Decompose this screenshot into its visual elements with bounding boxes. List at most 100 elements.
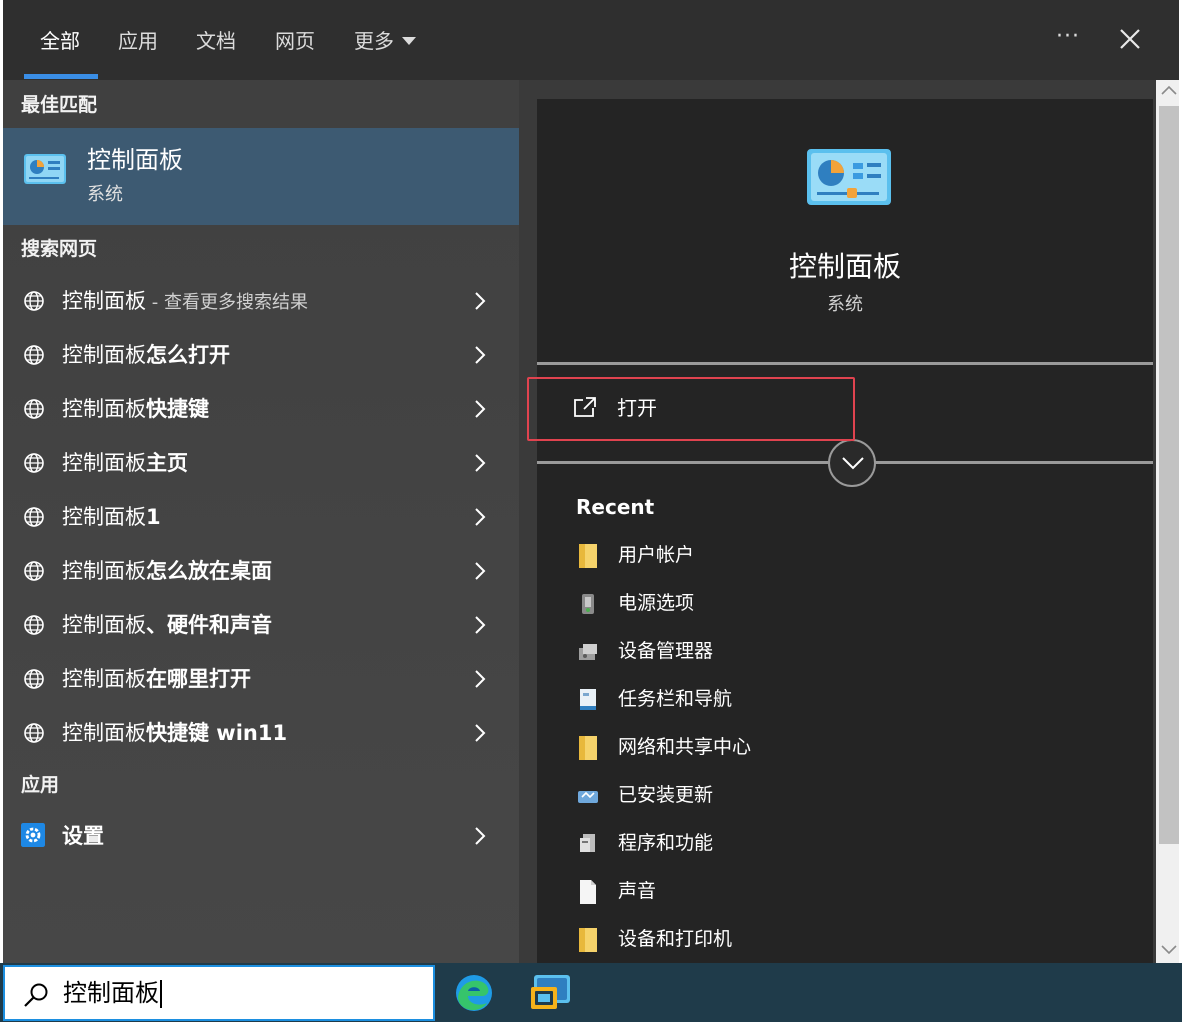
edge-icon[interactable] [450,969,498,1017]
results-list: 最佳匹配 控制面板 系统 搜索网页 控制面板 - 查看更多搜索结果 控制面板怎么打… [3,80,519,963]
recent-item[interactable]: 任务栏和导航 [537,680,1153,720]
globe-icon [24,507,44,527]
recent-item-label: 网络和共享中心 [618,736,752,758]
chevron-right-icon [475,508,486,526]
app-item-label: 设置 [62,824,104,848]
active-tab-indicator [24,74,98,79]
tab-bar: 全部 应用 文档 网页 更多 ··· [3,0,1179,80]
divider [537,362,1153,365]
chevron-right-icon [475,292,486,310]
control-panel-icon [24,154,66,184]
recent-item[interactable]: 设备和打印机 [537,920,1153,960]
best-match-item[interactable]: 控制面板 系统 [3,128,519,225]
web-result-item[interactable]: 控制面板怎么放在桌面 [3,544,519,598]
search-input-value: 控制面板 [63,977,162,1009]
chevron-down-icon [842,457,864,470]
web-result-item[interactable]: 控制面板快捷键 win11 [3,706,519,760]
preview-pane: 控制面板 系统 打开 Recent 用户帐户 电源选项 设备管理器 任务栏和导航 网络和… [537,99,1153,963]
file-icon [580,880,596,904]
chevron-right-icon [475,670,486,688]
device-manager-icon [579,644,597,660]
web-result-label: 控制面板主页 [62,451,188,475]
tab-all[interactable]: 全部 [40,26,80,56]
web-search-heading: 搜索网页 [21,238,98,260]
web-result-label: 控制面板 - 查看更多搜索结果 [62,289,308,313]
globe-icon [24,453,44,473]
recent-item-label: 已安装更新 [618,784,714,806]
folder-icon [579,544,597,568]
search-icon [24,983,48,1007]
recent-item[interactable]: 程序和功能 [537,824,1153,864]
folder-icon [579,736,597,760]
best-match-heading: 最佳匹配 [21,94,98,116]
globe-icon [24,561,44,581]
tab-more-label: 更多 [354,29,394,53]
recent-item[interactable]: 声音 [537,872,1153,912]
tab-more[interactable]: 更多 [354,26,416,56]
chevron-right-icon [475,724,486,742]
recent-item-label: 任务栏和导航 [618,688,733,710]
close-button[interactable] [1115,24,1145,54]
chevron-right-icon [475,827,486,845]
chevron-down-icon [402,37,416,45]
preview-subtitle: 系统 [827,294,863,315]
recent-item-label: 用户帐户 [618,544,695,566]
web-result-item[interactable]: 控制面板快捷键 [3,382,519,436]
recent-item-label: 设备管理器 [618,640,714,662]
web-result-label: 控制面板、硬件和声音 [62,613,272,637]
annotation-highlight-box [527,377,855,441]
web-result-item[interactable]: 控制面板1 [3,490,519,544]
tab-apps[interactable]: 应用 [118,26,158,56]
best-match-subtitle: 系统 [87,184,123,205]
chevron-right-icon [475,346,486,364]
expand-button[interactable] [828,439,876,487]
tab-web[interactable]: 网页 [275,26,315,56]
recent-item[interactable]: 电源选项 [537,584,1153,624]
globe-icon [24,399,44,419]
chevron-right-icon [475,454,486,472]
folder-icon [579,928,597,952]
chevron-right-icon [475,400,486,418]
web-result-item[interactable]: 控制面板 - 查看更多搜索结果 [3,274,519,328]
power-icon [582,594,594,614]
close-icon [1120,29,1140,49]
web-result-item[interactable]: 控制面板在哪里打开 [3,652,519,706]
taskbar-icon [580,689,596,710]
globe-icon [24,291,44,311]
chevron-right-icon [475,562,486,580]
programs-icon [580,834,595,852]
web-result-label: 控制面板怎么打开 [62,343,230,367]
chevron-up-icon [1161,85,1177,95]
recent-item-label: 设备和打印机 [618,928,733,950]
recent-item[interactable]: 设备管理器 [537,632,1153,672]
text-cursor [160,980,162,1008]
web-result-label: 控制面板快捷键 [62,397,209,421]
scrollbar[interactable] [1156,80,1179,963]
search-panel: 全部 应用 文档 网页 更多 ··· 最佳匹配 控制面板 系统 搜索网页 控制面… [3,0,1179,963]
web-result-item[interactable]: 控制面板主页 [3,436,519,490]
web-result-label: 控制面板快捷键 win11 [62,721,288,745]
preview-title: 控制面板 [788,250,901,283]
web-result-item[interactable]: 控制面板、硬件和声音 [3,598,519,652]
globe-icon [24,723,44,743]
recent-item[interactable]: 网络和共享中心 [537,728,1153,768]
control-panel-icon[interactable] [528,969,576,1017]
taskbar: 控制面板 [0,963,1182,1022]
tab-documents[interactable]: 文档 [196,26,236,56]
web-result-label: 控制面板怎么放在桌面 [62,559,272,583]
more-options-button[interactable]: ··· [1053,22,1083,52]
scrollbar-thumb[interactable] [1159,106,1179,844]
scroll-down-button[interactable] [1156,938,1179,960]
control-panel-large-icon [807,149,891,205]
best-match-title: 控制面板 [87,146,183,174]
apps-heading: 应用 [21,774,60,796]
app-item-settings[interactable]: 设置 [3,809,519,863]
web-result-item[interactable]: 控制面板怎么打开 [3,328,519,382]
recent-item-label: 声音 [618,880,657,902]
recent-item-label: 电源选项 [618,592,695,614]
updates-icon [578,791,598,803]
recent-item[interactable]: 已安装更新 [537,776,1153,816]
scroll-up-button[interactable] [1156,80,1179,102]
recent-item[interactable]: 用户帐户 [537,536,1153,576]
search-input[interactable]: 控制面板 [3,965,435,1021]
